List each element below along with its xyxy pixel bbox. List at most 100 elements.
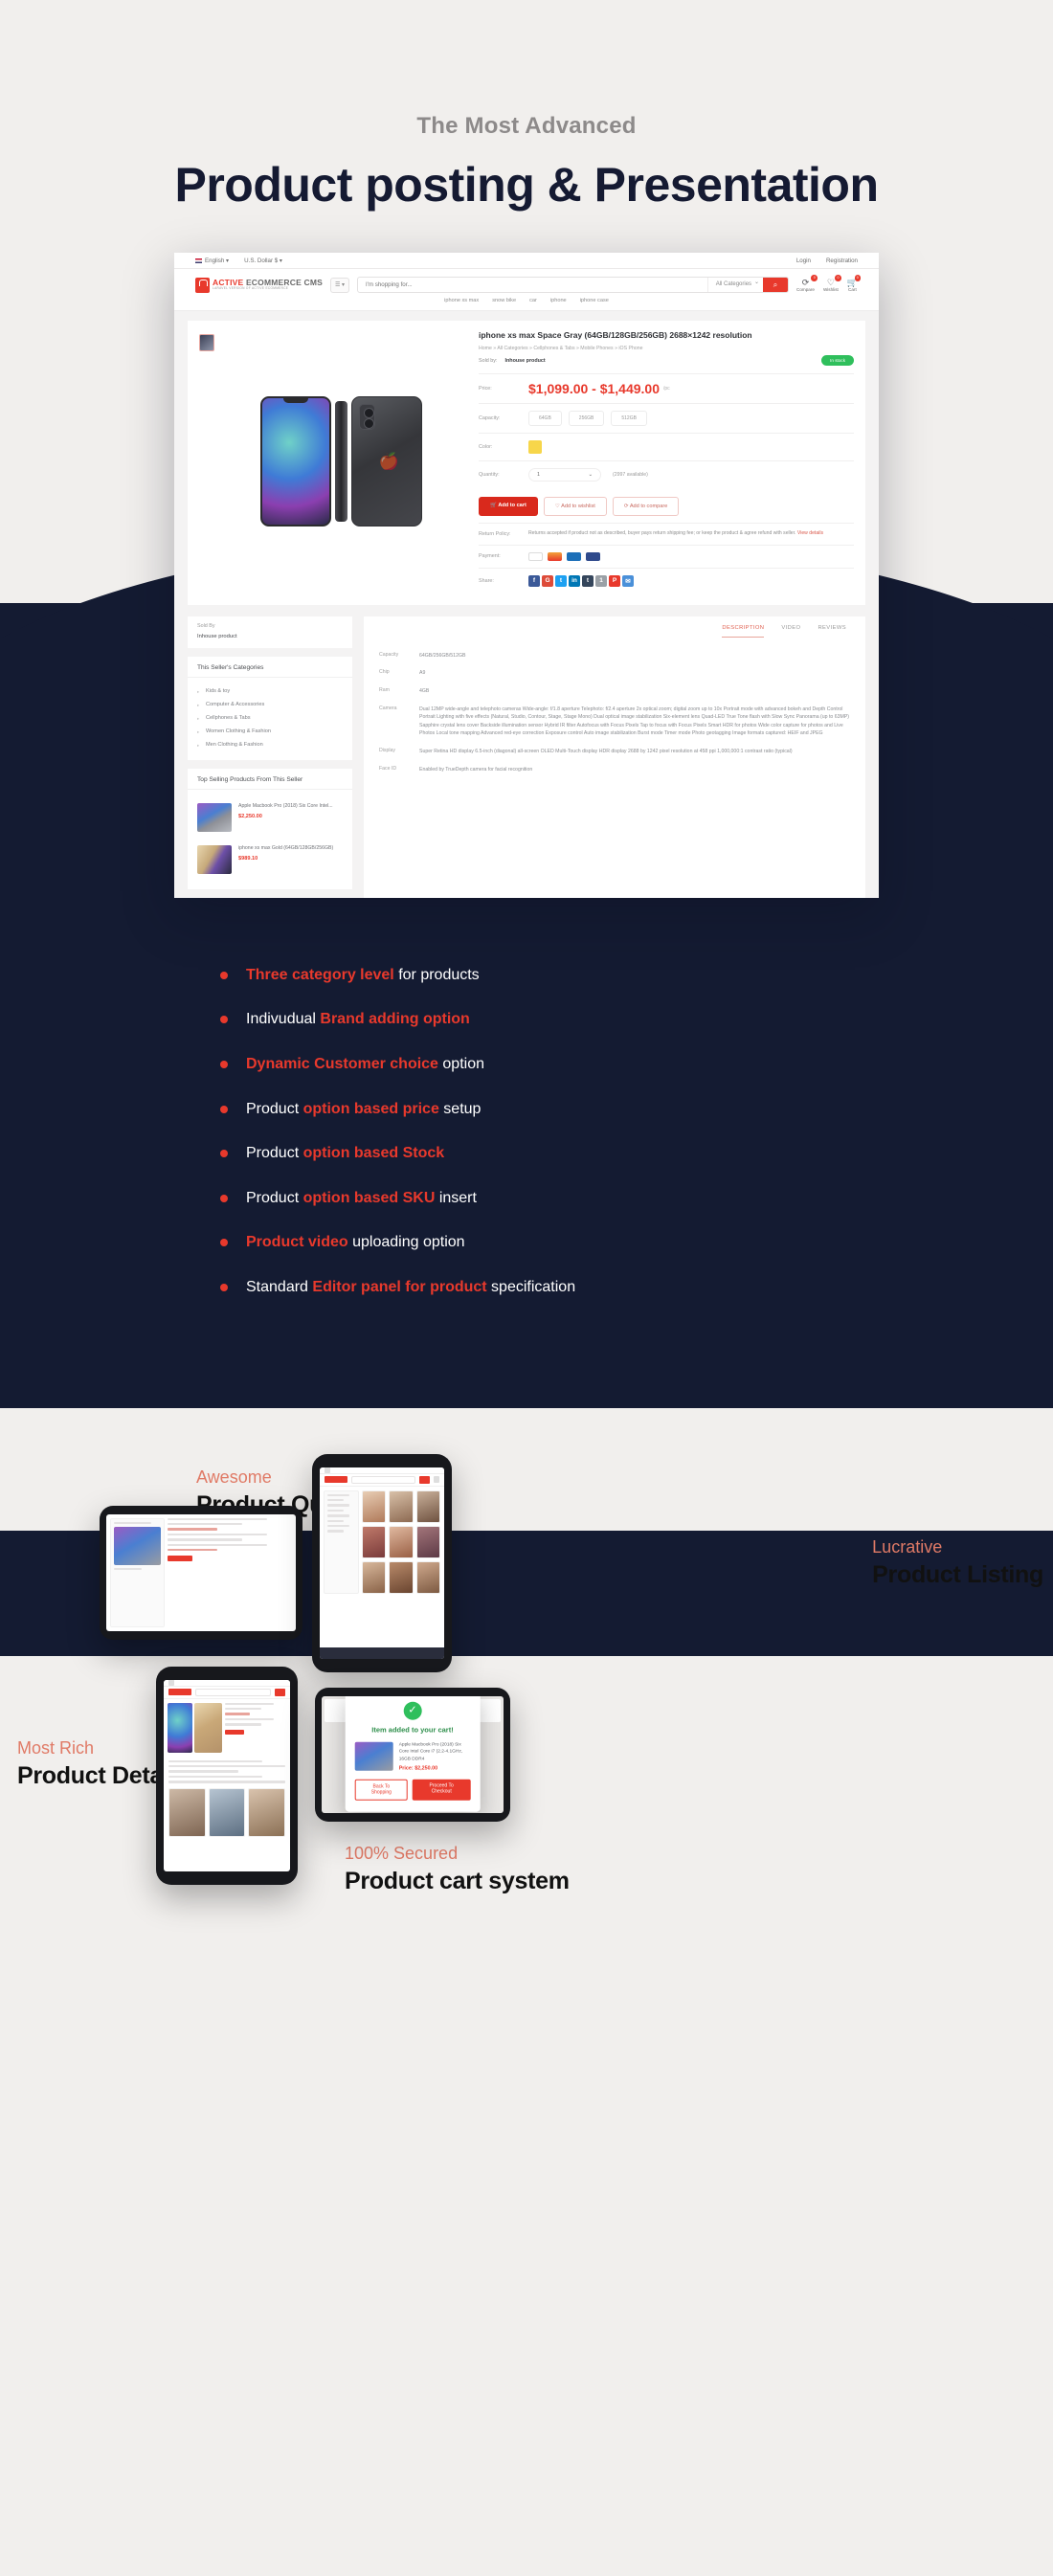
language-selector[interactable]: English ▾ (195, 258, 229, 264)
quantity-stepper[interactable]: 1 ⌄ (528, 468, 601, 482)
spec-value: Dual 12MP wide-angle and telephoto camer… (419, 706, 850, 737)
product-price: $2,250.00 (238, 813, 262, 819)
tab-reviews[interactable]: REVIEWS (818, 625, 846, 638)
keyword-item[interactable]: iphone (550, 298, 567, 303)
tab-description[interactable]: DESCRIPTION (722, 625, 765, 638)
login-link[interactable]: Login (796, 258, 811, 264)
registration-link[interactable]: Registration (826, 258, 858, 264)
product-card[interactable] (415, 1490, 440, 1523)
tab-video[interactable]: VIDEO (781, 625, 800, 638)
product-card[interactable] (361, 1525, 387, 1558)
chevron-down-icon[interactable]: ⌄ (588, 472, 593, 478)
site-logo[interactable] (168, 1689, 191, 1696)
related-product[interactable] (168, 1787, 206, 1838)
keyword-item[interactable]: iphone xs max (444, 298, 479, 303)
sidebar-item-category[interactable]: Cellphones & Tabs (197, 711, 343, 725)
color-swatch[interactable] (528, 440, 542, 454)
check-icon: ✓ (403, 1701, 422, 1720)
site-logo[interactable]: ACTIVE ECOMMERCE CMS LARAVEL VERSION OF … (195, 277, 323, 293)
product-card[interactable] (361, 1560, 387, 1594)
feature-emphasis: Three category level (246, 966, 394, 983)
search-category-select[interactable]: All Categories (706, 278, 763, 292)
search-icon[interactable] (419, 1475, 430, 1484)
add-to-cart-button[interactable] (168, 1556, 192, 1562)
add-to-wishlist-button[interactable]: ♡ Add to wishlist (543, 497, 607, 516)
apple-logo-icon: 🍎 (378, 452, 399, 471)
sold-by-value[interactable]: Inhouse product (504, 358, 545, 364)
search-input[interactable] (351, 1475, 415, 1484)
google-icon[interactable]: G (542, 574, 553, 587)
view-details-link[interactable]: View details (797, 530, 823, 536)
maestro-icon (567, 551, 581, 561)
placeholder-line (327, 1514, 349, 1517)
product-card[interactable] (361, 1490, 387, 1523)
add-to-cart-button[interactable]: 🛒 Add to cart (479, 497, 538, 516)
related-product[interactable] (208, 1787, 246, 1838)
search-input[interactable] (357, 281, 707, 288)
tablet-cart-system: ✓ Item added to your cart! Apple Macbook… (315, 1687, 510, 1822)
sidebar-item-category[interactable]: Computer & Accessories (197, 698, 343, 711)
category-menu-button[interactable]: ☰ ▾ (329, 277, 349, 293)
sidebar-item-category[interactable]: Women Clothing & Fashion (197, 725, 343, 738)
search-icon[interactable] (275, 1688, 285, 1696)
sidebar-item-category[interactable]: Men Clothing & Fashion (197, 738, 343, 751)
twitter-icon[interactable]: t (555, 574, 567, 587)
flag-icon (325, 1467, 330, 1474)
sidebar-sold-by-value[interactable]: Inhouse product (197, 634, 343, 639)
keyword-item[interactable]: car (529, 298, 537, 303)
sidebar-item-category[interactable]: Kids & toy (197, 684, 343, 698)
header-compare[interactable]: ⟳ 0 Compare (796, 275, 818, 292)
email-icon[interactable]: ✉ (622, 574, 634, 587)
seller-categories-panel: This Seller's Categories Kids & toy Comp… (188, 656, 352, 760)
linkedin-icon[interactable]: in (569, 574, 580, 587)
feature-emphasis: Product video (246, 1234, 348, 1251)
product-thumbnail (197, 844, 232, 874)
product-lower-section: Sold By Inhouse product This Seller's Ca… (188, 616, 865, 898)
product-card[interactable] (415, 1525, 440, 1558)
capacity-option[interactable]: 512GB (611, 411, 647, 426)
sold-by-label: Sold by: (479, 357, 498, 364)
cart-icon[interactable] (434, 1476, 439, 1484)
list-item[interactable]: iphone xs max Gold (64GB/128GB/256GB) $9… (197, 839, 343, 881)
feature-emphasis: Brand adding option (320, 1011, 470, 1028)
capacity-option[interactable]: 64GB (528, 411, 562, 426)
sidebar: Sold By Inhouse product This Seller's Ca… (188, 616, 352, 898)
keyword-item[interactable]: iphone case (580, 298, 609, 303)
search-icon[interactable]: ⌕ (763, 278, 789, 292)
capacity-option[interactable]: 256GB (568, 411, 605, 426)
header-cart[interactable]: 🛒 0 Cart (847, 275, 861, 292)
search-bar[interactable]: All Categories ⌕ (356, 277, 790, 293)
add-to-cart-button[interactable] (225, 1729, 245, 1735)
tablet-product-detail (156, 1666, 298, 1885)
return-policy-label: Return Policy: (479, 530, 511, 537)
price-line (168, 1528, 217, 1531)
sidebar-sold-by-title: Sold By (197, 622, 215, 629)
browser-header: ACTIVE ECOMMERCE CMS LARAVEL VERSION OF … (174, 269, 879, 296)
tumblr-icon[interactable]: t (582, 574, 594, 587)
proceed-to-checkout-button[interactable]: Proceed To Checkout (413, 1779, 471, 1801)
feature-emphasis: Editor panel for product (312, 1279, 487, 1296)
language-label: English (205, 258, 225, 264)
pinterest-icon[interactable]: P (609, 574, 620, 587)
color-label: Color: (479, 444, 493, 450)
product-card[interactable] (389, 1525, 414, 1558)
thumbnail-item[interactable] (199, 334, 214, 351)
back-to-shopping-button[interactable]: Back To Shopping (354, 1779, 409, 1801)
add-to-compare-button[interactable]: ⟳ Add to compare (612, 497, 680, 516)
product-card[interactable] (389, 1490, 414, 1523)
iphone-front-image (168, 1702, 193, 1753)
search-input[interactable] (195, 1688, 271, 1696)
currency-selector[interactable]: U.S. Dollar $ ▾ (244, 258, 282, 264)
macbook-image (114, 1527, 161, 1566)
keyword-item[interactable]: snow bike (492, 298, 516, 303)
list-item[interactable]: Apple Macbook Pro (2018) Six Core Intel.… (197, 796, 343, 839)
product-card[interactable] (415, 1560, 440, 1594)
header-wishlist[interactable]: ♡ 0 Wishlist (823, 275, 841, 292)
thumbnail-strip[interactable] (199, 330, 216, 594)
site-logo[interactable] (325, 1476, 347, 1484)
cart-title: Product cart system (345, 1867, 570, 1894)
listing-title: Product Listing (872, 1560, 1043, 1588)
facebook-icon[interactable]: f (528, 574, 540, 587)
product-card[interactable] (389, 1560, 414, 1594)
related-product[interactable] (248, 1787, 286, 1838)
